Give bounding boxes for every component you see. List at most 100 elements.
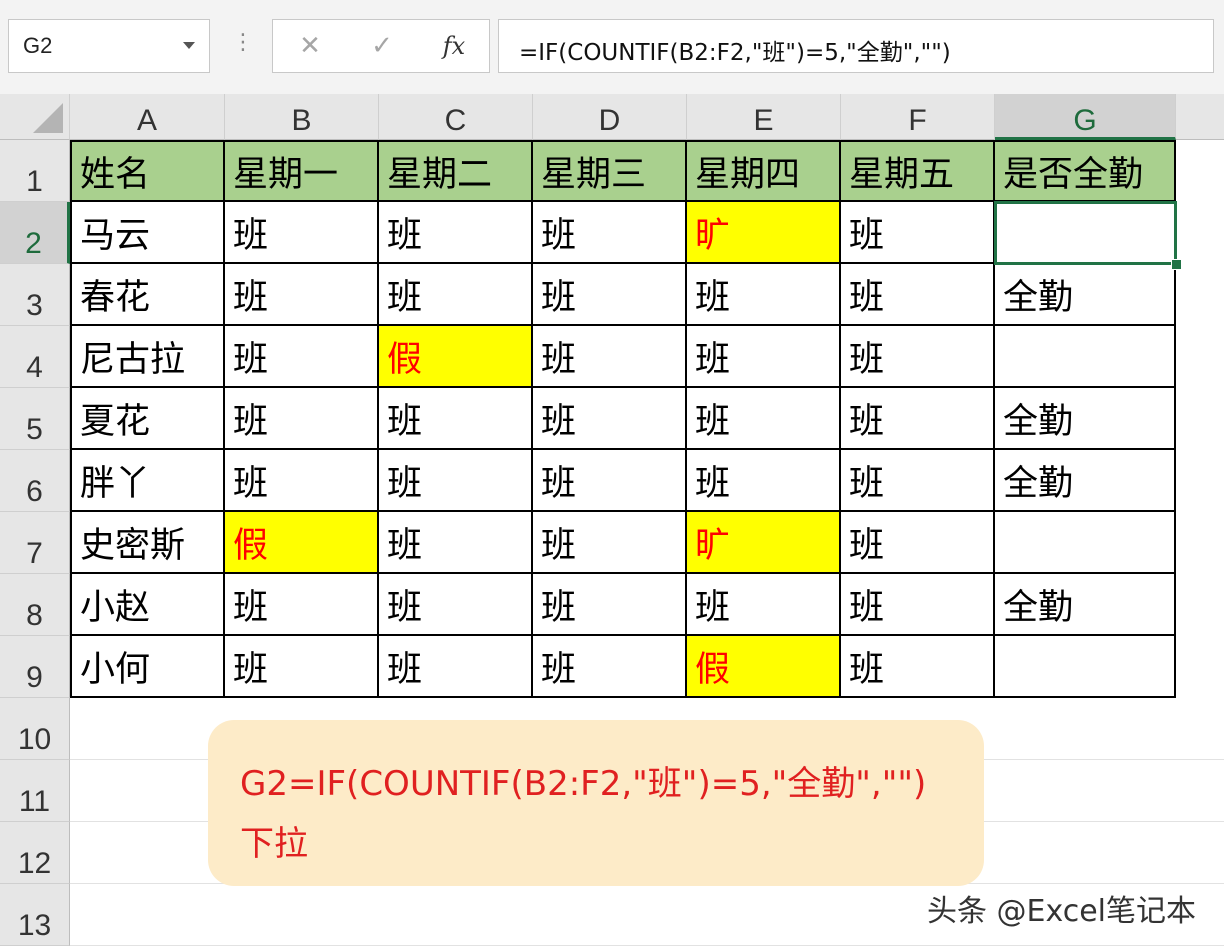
cell-f3[interactable]: 班 (841, 264, 995, 326)
cell-b3[interactable]: 班 (225, 264, 379, 326)
cell-f6[interactable]: 班 (841, 450, 995, 512)
name-box-value: G2 (23, 33, 53, 58)
insert-function-icon[interactable]: fx (437, 32, 471, 60)
cell-d1[interactable]: 星期三 (533, 140, 687, 202)
cell-a8[interactable]: 小赵 (70, 574, 225, 636)
cell-f4[interactable]: 班 (841, 326, 995, 388)
cell-a6[interactable]: 胖丫 (70, 450, 225, 512)
row-header-9[interactable]: 9 (0, 636, 70, 698)
cell-e8[interactable]: 班 (687, 574, 841, 636)
cell-b1[interactable]: 星期一 (225, 140, 379, 202)
column-header-b[interactable]: B (225, 94, 379, 140)
note-formula: G2=IF(COUNTIF(B2:F2,"班")=5,"全勤","") (240, 764, 927, 804)
cell-e6[interactable]: 班 (687, 450, 841, 512)
cell-b6[interactable]: 班 (225, 450, 379, 512)
note-instruction: 下拉 (240, 824, 308, 864)
cell-f9[interactable]: 班 (841, 636, 995, 698)
cell-a7[interactable]: 史密斯 (70, 512, 225, 574)
row-header-13[interactable]: 13 (0, 884, 70, 946)
cell-e2[interactable]: 旷 (687, 202, 841, 264)
cell-d8[interactable]: 班 (533, 574, 687, 636)
column-header-d[interactable]: D (533, 94, 687, 140)
formula-bar-grip[interactable]: ⋮ (232, 32, 254, 54)
cell-a4[interactable]: 尼古拉 (70, 326, 225, 388)
cell-g6[interactable]: 全勤 (995, 450, 1176, 512)
cell-b9[interactable]: 班 (225, 636, 379, 698)
cell-e9[interactable]: 假 (687, 636, 841, 698)
cell-d6[interactable]: 班 (533, 450, 687, 512)
cell-f2[interactable]: 班 (841, 202, 995, 264)
cell-d4[interactable]: 班 (533, 326, 687, 388)
cell-g4[interactable] (995, 326, 1176, 388)
cell-c5[interactable]: 班 (379, 388, 533, 450)
cell-c8[interactable]: 班 (379, 574, 533, 636)
cell-b2[interactable]: 班 (225, 202, 379, 264)
row-header-7[interactable]: 7 (0, 512, 70, 574)
cell-e3[interactable]: 班 (687, 264, 841, 326)
row-header-11[interactable]: 11 (0, 760, 70, 822)
cell-g3[interactable]: 全勤 (995, 264, 1176, 326)
cell-d3[interactable]: 班 (533, 264, 687, 326)
select-all-triangle-icon (33, 103, 63, 133)
cell-c6[interactable]: 班 (379, 450, 533, 512)
row-header-3[interactable]: 3 (0, 264, 70, 326)
cell-f8[interactable]: 班 (841, 574, 995, 636)
column-header-a[interactable]: A (70, 94, 225, 140)
cell-c2[interactable]: 班 (379, 202, 533, 264)
cell-b8[interactable]: 班 (225, 574, 379, 636)
cell-a3[interactable]: 春花 (70, 264, 225, 326)
watermark: 头条 @Excel笔记本 (926, 894, 1196, 929)
cell-d9[interactable]: 班 (533, 636, 687, 698)
cell-g5[interactable]: 全勤 (995, 388, 1176, 450)
chevron-down-icon[interactable] (183, 42, 195, 49)
cell-d2[interactable]: 班 (533, 202, 687, 264)
cell-e1[interactable]: 星期四 (687, 140, 841, 202)
column-header-c[interactable]: C (379, 94, 533, 140)
cell-a1[interactable]: 姓名 (70, 140, 225, 202)
cell-a2[interactable]: 马云 (70, 202, 225, 264)
cell-e7[interactable]: 旷 (687, 512, 841, 574)
cell-g9[interactable] (995, 636, 1176, 698)
cell-e5[interactable]: 班 (687, 388, 841, 450)
cell-f1[interactable]: 星期五 (841, 140, 995, 202)
cell-g8[interactable]: 全勤 (995, 574, 1176, 636)
cell-e4[interactable]: 班 (687, 326, 841, 388)
cell-a5[interactable]: 夏花 (70, 388, 225, 450)
column-header-e[interactable]: E (687, 94, 841, 140)
formula-bar: G2 ⋮ ✕ ✓ fx =IF(COUNTIF(B2:F2,"班")=5,"全勤… (0, 0, 1224, 94)
cell-a9[interactable]: 小何 (70, 636, 225, 698)
row-header-1[interactable]: 1 (0, 140, 70, 202)
enter-icon[interactable]: ✓ (365, 32, 399, 60)
cell-g7[interactable] (995, 512, 1176, 574)
row-header-4[interactable]: 4 (0, 326, 70, 388)
cell-c9[interactable]: 班 (379, 636, 533, 698)
cell-f5[interactable]: 班 (841, 388, 995, 450)
formula-input[interactable]: =IF(COUNTIF(B2:F2,"班")=5,"全勤","") (498, 19, 1214, 73)
row-header-5[interactable]: 5 (0, 388, 70, 450)
select-all-button[interactable] (0, 94, 70, 140)
row-header-12[interactable]: 12 (0, 822, 70, 884)
cell-g2[interactable] (995, 202, 1176, 264)
cell-c7[interactable]: 班 (379, 512, 533, 574)
row-header-6[interactable]: 6 (0, 450, 70, 512)
column-header-filler (1176, 94, 1224, 140)
column-header-f[interactable]: F (841, 94, 995, 140)
cell-d5[interactable]: 班 (533, 388, 687, 450)
cell-b5[interactable]: 班 (225, 388, 379, 450)
cell-c4[interactable]: 假 (379, 326, 533, 388)
cell-d7[interactable]: 班 (533, 512, 687, 574)
cell-g1[interactable]: 是否全勤 (995, 140, 1176, 202)
row-header-2[interactable]: 2 (0, 202, 70, 264)
cell-f7[interactable]: 班 (841, 512, 995, 574)
cell-c3[interactable]: 班 (379, 264, 533, 326)
row-header-10[interactable]: 10 (0, 698, 70, 760)
cancel-icon[interactable]: ✕ (293, 32, 327, 60)
fill-handle[interactable] (1171, 259, 1182, 270)
row-header-8[interactable]: 8 (0, 574, 70, 636)
name-box[interactable]: G2 (8, 19, 210, 73)
cell-c1[interactable]: 星期二 (379, 140, 533, 202)
cell-b7[interactable]: 假 (225, 512, 379, 574)
formula-text: =IF(COUNTIF(B2:F2,"班")=5,"全勤","") (519, 40, 951, 66)
column-header-g[interactable]: G (995, 94, 1176, 140)
cell-b4[interactable]: 班 (225, 326, 379, 388)
